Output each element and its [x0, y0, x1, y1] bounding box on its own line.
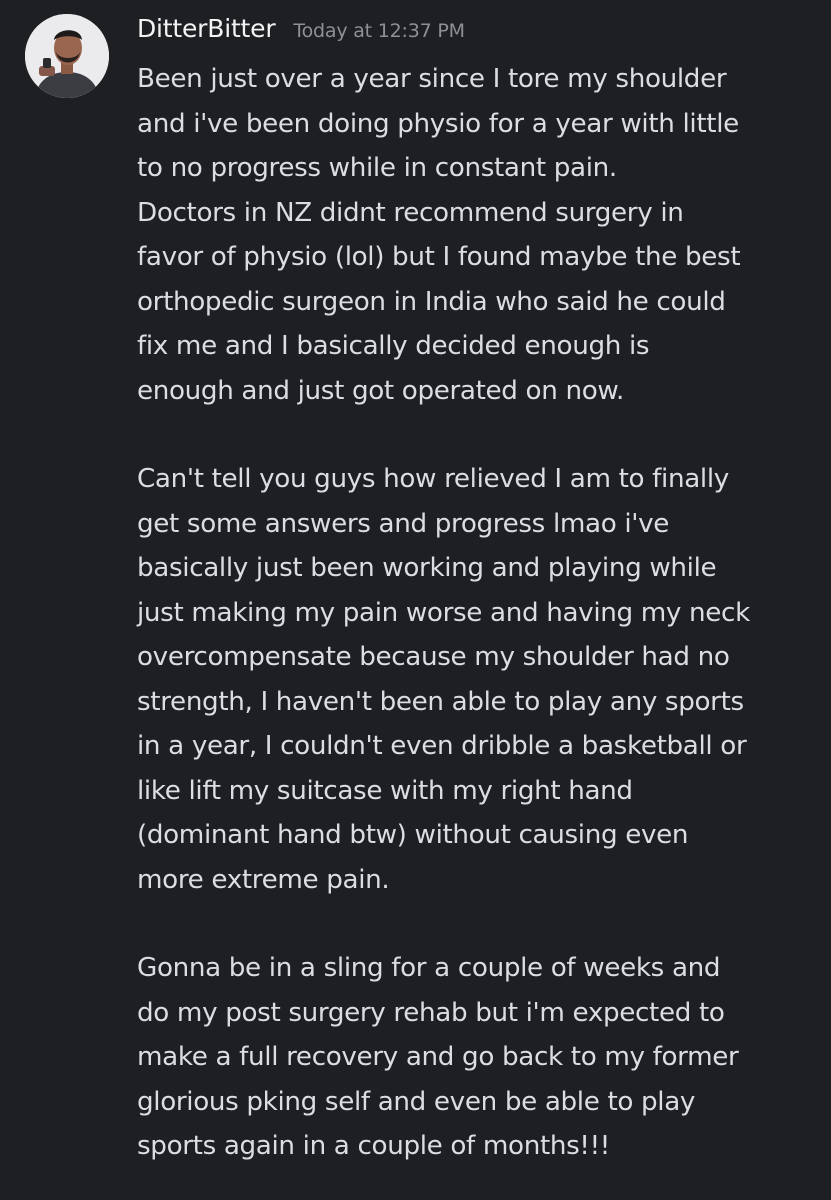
- message-header: DitterBitter Today at 12:37 PM: [137, 14, 465, 50]
- message-line: Gonna be in a sling for a couple of week…: [137, 953, 721, 983]
- user-avatar[interactable]: [25, 14, 109, 98]
- message-line: to no progress while in constant pain.: [137, 153, 617, 183]
- chat-message: DitterBitter Today at 12:37 PM Been just…: [0, 0, 831, 1200]
- message-line: strength, I haven't been able to play an…: [137, 686, 744, 717]
- message-line: Been just over a year since I tore my sh…: [137, 64, 727, 94]
- message-line: get some answers and progress lmao i've: [137, 508, 670, 539]
- message-line: Doctors in NZ didnt recommend surgery in: [137, 197, 684, 228]
- message-line: glorious pking self and even be able to …: [137, 1086, 696, 1117]
- message-line: orthopedic surgeon in India who said he …: [137, 286, 726, 317]
- message-line: basically just been working and playing …: [137, 553, 717, 583]
- message-paragraph: Gonna be in a sling for a couple of week…: [137, 946, 817, 1169]
- username[interactable]: DitterBitter: [137, 14, 276, 43]
- message-line: and i've been doing physio for a year wi…: [137, 108, 739, 139]
- message-line: enough and just got operated on now.: [137, 375, 625, 406]
- message-line: (dominant hand btw) without causing even: [137, 820, 689, 850]
- message-line: Can't tell you guys how relieved I am to…: [137, 464, 729, 494]
- message-paragraph: Can't tell you guys how relieved I am to…: [137, 457, 817, 902]
- message-line: in a year, I couldn't even dribble a bas…: [137, 731, 747, 761]
- message-line: fix me and I basically decided enough is: [137, 331, 650, 361]
- timestamp[interactable]: Today at 12:37 PM: [293, 20, 465, 42]
- message-line: do my post surgery rehab but i'm expecte…: [137, 997, 725, 1028]
- message-line: favor of physio (lol) but I found maybe …: [137, 242, 741, 272]
- message-line: overcompensate because my shoulder had n…: [137, 642, 730, 672]
- avatar-image: [25, 14, 109, 98]
- message-line: like lift my suitcase with my right hand: [137, 775, 633, 806]
- message-paragraph: Been just over a year since I tore my sh…: [137, 57, 817, 413]
- message-body: Been just over a year since I tore my sh…: [137, 57, 817, 1200]
- message-line: make a full recovery and go back to my f…: [137, 1042, 739, 1072]
- message-line: sports again in a couple of months!!!: [137, 1131, 610, 1161]
- message-line: just making my pain worse and having my …: [137, 597, 750, 628]
- message-line: more extreme pain.: [137, 864, 390, 895]
